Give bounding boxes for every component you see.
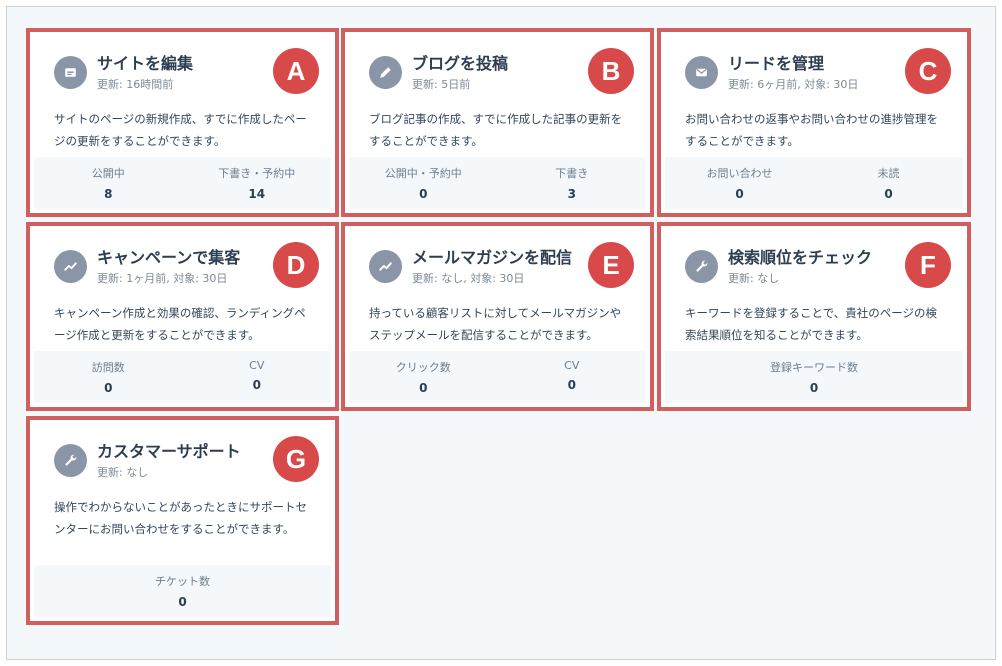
card-customer-support[interactable]: カスタマーサポート 更新: なし 操作でわからないことがあったときにサポートセン… (26, 416, 339, 625)
stat-label: クリック数 (395, 361, 451, 374)
card-description: ブログ記事の作成、すでに作成した記事の更新をすることができます。 (369, 112, 623, 148)
badge-label: C (905, 48, 951, 94)
card-stats: お問い合わせ 0 未読 0 (665, 157, 963, 209)
card-site-edit[interactable]: サイトを編集 更新: 16時間前 サイトのページの新規作成、すでに作成したページ… (26, 28, 339, 217)
card-updated: 更新: 1ヶ月前, 対象: 30日 (97, 272, 228, 285)
card-updated: 更新: 16時間前 (97, 78, 174, 91)
stat-value: 0 (567, 378, 576, 392)
badge-label: D (273, 242, 319, 288)
stat-value: 14 (248, 187, 266, 201)
badge-label: A (273, 48, 319, 94)
badge-label: G (273, 436, 319, 482)
stat-value: 8 (104, 187, 113, 201)
card-lead-management[interactable]: リードを管理 更新: 6ヶ月前, 対象: 30日 お問い合わせの返事やお問い合わ… (657, 28, 971, 217)
trend-icon (369, 250, 402, 283)
card-stats: チケット数 0 (34, 565, 331, 617)
card-description: 操作でわからないことがあったときにサポートセンターにお問い合わせをすることができ… (54, 500, 307, 536)
card-blog-post[interactable]: ブログを投稿 更新: 5日前 ブログ記事の作成、すでに作成した記事の更新をするこ… (341, 28, 654, 217)
wrench-icon (685, 250, 718, 283)
trend-icon (54, 250, 87, 283)
stat-label: 公開中・予約中 (384, 167, 462, 180)
card-updated: 更新: なし (728, 272, 780, 285)
card-title[interactable]: リードを管理 (728, 50, 824, 74)
stat-item[interactable]: CV 0 (498, 351, 647, 403)
stat-label: チケット数 (155, 575, 210, 588)
stat-value: 0 (419, 381, 428, 395)
card-updated: 更新: なし, 対象: 30日 (412, 272, 525, 285)
badge-label: B (588, 48, 634, 94)
card-title[interactable]: ブログを投稿 (412, 50, 508, 74)
stat-item[interactable]: チケット数 0 (34, 565, 331, 617)
card-description: サイトのページの新規作成、すでに作成したページの更新をすることができます。 (54, 112, 307, 148)
page-icon (54, 56, 87, 89)
badge-label: E (588, 242, 634, 288)
stat-label: 未読 (877, 167, 900, 180)
stat-value: 0 (809, 381, 819, 395)
stat-label: 下書き・予約中 (218, 167, 296, 180)
stat-value: 0 (419, 187, 428, 201)
card-description: キーワードを登録することで、貴社のページの検索結果順位を知ることができます。 (685, 306, 937, 342)
stat-item[interactable]: 下書き・予約中 14 (183, 157, 332, 209)
badge-label: F (905, 242, 951, 288)
stat-value: 0 (252, 378, 261, 392)
pencil-icon (369, 56, 402, 89)
stat-label: CV (564, 359, 580, 372)
stat-value: 0 (178, 595, 187, 609)
stat-label: 公開中 (91, 167, 125, 180)
stat-item[interactable]: 登録キーワード数 0 (665, 351, 963, 403)
card-description: お問い合わせの返事やお問い合わせの進捗管理をすることができます。 (685, 112, 938, 148)
card-title[interactable]: 検索順位をチェック (728, 244, 872, 268)
stat-item[interactable]: クリック数 0 (349, 351, 498, 403)
card-title[interactable]: キャンペーンで集客 (97, 244, 240, 268)
card-stats: 公開中・予約中 0 下書き 3 (349, 157, 646, 209)
stat-item[interactable]: 未読 0 (814, 157, 963, 209)
card-updated: 更新: なし (97, 466, 149, 479)
stat-label: 下書き (555, 167, 589, 180)
card-title[interactable]: カスタマーサポート (97, 438, 241, 462)
stat-item[interactable]: 下書き 3 (498, 157, 647, 209)
stat-label: 訪問数 (91, 361, 125, 374)
stat-value: 0 (104, 381, 113, 395)
card-search-ranking[interactable]: 検索順位をチェック 更新: なし キーワードを登録することで、貴社のページの検索… (657, 222, 971, 411)
dashboard-panel: サイトを編集 更新: 16時間前 サイトのページの新規作成、すでに作成したページ… (6, 6, 996, 660)
card-updated: 更新: 5日前 (412, 78, 471, 91)
card-stats: クリック数 0 CV 0 (349, 351, 646, 403)
stat-item[interactable]: 公開中 8 (34, 157, 183, 209)
card-stats: 登録キーワード数 0 (665, 351, 963, 403)
card-title[interactable]: サイトを編集 (97, 50, 193, 74)
card-stats: 訪問数 0 CV 0 (34, 351, 331, 403)
stat-item[interactable]: CV 0 (183, 351, 332, 403)
stat-label: CV (249, 359, 265, 372)
stat-value: 0 (735, 187, 744, 201)
card-email-newsletter[interactable]: メールマガジンを配信 更新: なし, 対象: 30日 持っている顧客リストに対し… (341, 222, 654, 411)
wrench-icon (54, 444, 87, 477)
card-updated: 更新: 6ヶ月前, 対象: 30日 (728, 78, 859, 91)
card-description: 持っている顧客リストに対してメールマガジンやステップメールを配信することができま… (369, 306, 622, 342)
stat-label: 登録キーワード数 (770, 361, 858, 374)
stat-item[interactable]: 公開中・予約中 0 (349, 157, 498, 209)
stat-item[interactable]: 訪問数 0 (34, 351, 183, 403)
card-campaign[interactable]: キャンペーンで集客 更新: 1ヶ月前, 対象: 30日 キャンペーン作成と効果の… (26, 222, 339, 411)
stat-item[interactable]: お問い合わせ 0 (665, 157, 814, 209)
card-stats: 公開中 8 下書き・予約中 14 (34, 157, 331, 209)
card-title[interactable]: メールマガジンを配信 (412, 244, 572, 268)
stat-value: 3 (567, 187, 576, 201)
envelope-icon (685, 56, 718, 89)
stat-label: お問い合わせ (706, 167, 773, 180)
card-description: キャンペーン作成と効果の確認、ランディングページ作成と更新をすることができます。 (54, 306, 306, 342)
stat-value: 0 (884, 187, 893, 201)
